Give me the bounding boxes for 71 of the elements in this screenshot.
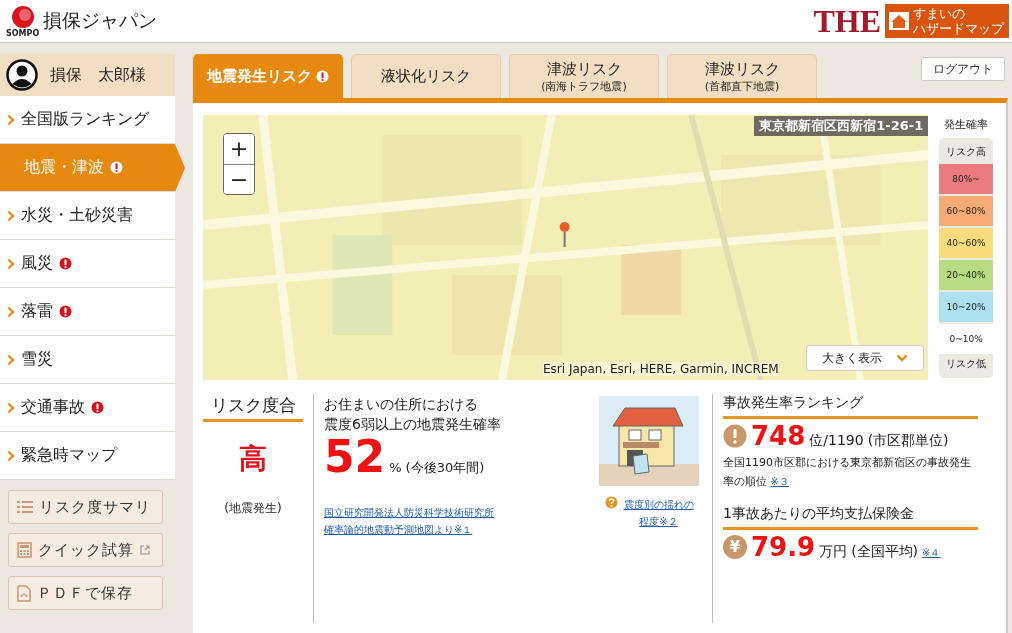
sidebar-item[interactable]: 水災・土砂災害 [0,192,175,240]
tab[interactable]: 津波リスク (首都直下地震) [667,54,817,98]
ranking-title: 事故発生率ランキング [723,394,978,419]
brand-subtitle: SOMPO [6,28,40,38]
legend-item: 60~80% [939,196,994,226]
sidebar-button[interactable]: ＰＤＦで保存 [8,576,163,610]
payout-value: 79.9 [751,532,816,562]
probability-unit: % [389,460,402,475]
probability-caption: 震度6弱以上の地震発生確率 [324,415,502,434]
probability-caption: お住まいの住所における [324,395,479,414]
exclamation-icon [723,424,747,448]
payout-title: 1事故あたりの平均支払保険金 [723,505,978,530]
risk-note: (地震発生) [224,500,282,517]
zoom-out-button[interactable]: − [224,164,254,194]
legend-title: 発生確率 [944,117,989,132]
legend-label: リスク高 [946,145,987,159]
product-subtitle: ハザードマップ [913,21,1004,36]
expand-map-button[interactable]: 大きく表示 [806,345,925,371]
probability-period: (今後30年間) [405,459,485,477]
tab[interactable]: 津波リスク (南海トラフ地震) [509,54,659,98]
brand-name: 損保ジャパン [43,8,158,33]
legend-item: 0~10% [939,324,994,354]
logo-icon [9,4,36,29]
rank-unit: 位/1190 [809,432,864,450]
chevron-icon [7,209,15,222]
rank-value: 748 [751,421,806,451]
risk-level: 高 [239,441,267,477]
chevron-icon [7,257,15,270]
product-subtitle: すまいの [913,6,966,21]
sidebar-item[interactable]: 雪災 [0,336,175,384]
chevron-icon [7,353,15,366]
help-icon [604,496,618,509]
risk-title: リスク度合 [203,394,303,422]
payout-scope: (全国平均) [851,543,919,561]
map-attribution: Esri Japan, Esri, HERE, Garmin, INCREM [543,362,779,376]
sidebar-item[interactable]: 落雷 [0,288,175,336]
document-icon [17,584,31,602]
tab[interactable]: 液状化リスク [351,54,501,98]
sidebar-button[interactable]: クイック試算 [8,533,163,567]
sidebar-button[interactable]: リスク度サマリ [8,490,163,524]
legend-item: 10~20% [939,292,994,322]
probability-value: 52 [324,432,386,482]
address-label: 東京都新宿区西新宿1-26-1 [754,116,929,136]
external-link-icon [140,545,150,555]
house-icon [889,12,909,30]
yen-badge: ¥ [723,535,747,559]
legend-item: 20~40% [939,260,994,290]
legend-item: 80%~ [939,164,994,194]
chevron-icon [7,113,15,126]
sidebar-item[interactable]: 風災 [0,240,175,288]
chevron-down-icon [896,354,909,362]
chevron-icon [7,449,15,462]
list-icon [17,500,33,514]
product-title: THE [813,4,881,38]
sidebar-item[interactable]: 交通事故 [0,384,175,432]
source-link[interactable]: 確率論的地震動予測地図より※１ [324,521,594,538]
chevron-icon [7,305,15,318]
legend-item: 40~60% [939,228,994,258]
shaking-scale-link[interactable]: 震度別の揺れの 程度※２ [623,496,694,530]
footnote-link[interactable]: ※４ [922,546,941,560]
legend-label: リスク低 [946,357,987,371]
user-avatar-icon [6,59,38,91]
payout-unit: 万円 [819,543,848,561]
footnote-link[interactable]: ※３ [770,476,789,487]
rank-scope: (市区郡単位) [867,432,949,450]
source-link[interactable]: 国立研究開発法人防災科学技術研究所 [324,504,594,521]
chevron-icon [7,401,15,414]
user-name: 損保 太郎様 [50,64,146,86]
calculator-icon [17,542,32,558]
ranking-description: 全国1190市区郡における東京都新宿区の事故発生率の順位 ※３ [723,455,972,490]
logout-button[interactable]: ログアウト [921,57,1005,81]
